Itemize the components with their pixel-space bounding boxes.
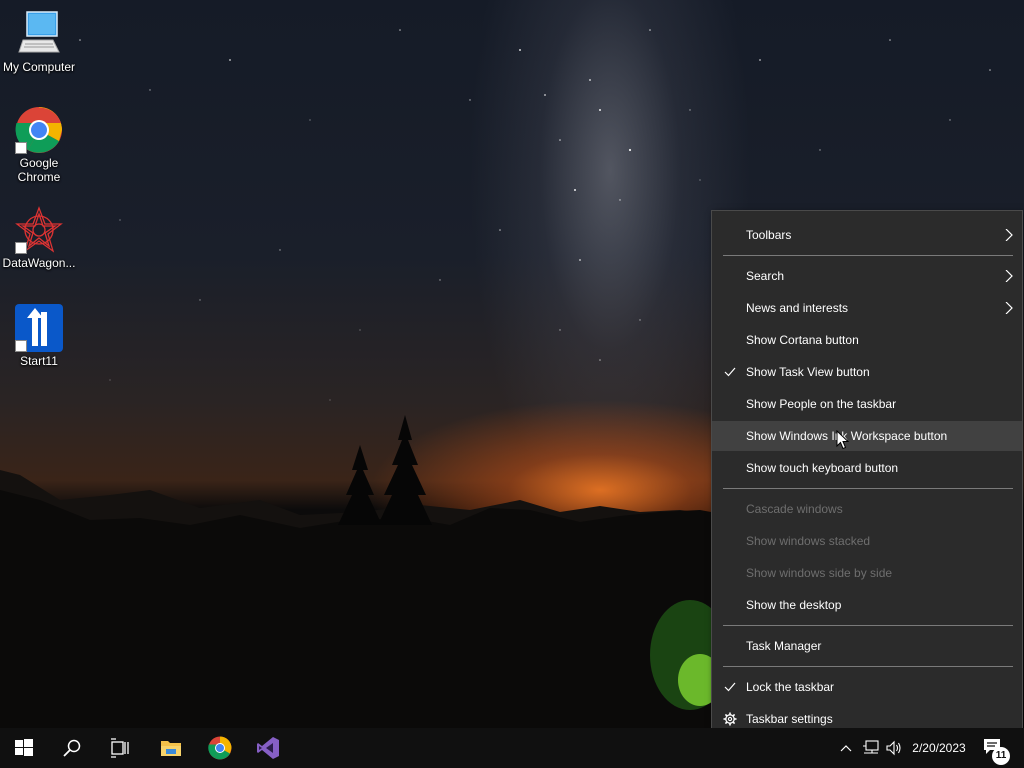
desktop-icon-my-computer[interactable]: My Computer bbox=[0, 10, 78, 74]
file-explorer-button[interactable] bbox=[146, 728, 194, 768]
taskbar-clock[interactable]: 2/20/2023 bbox=[904, 728, 974, 768]
checkmark-icon bbox=[724, 682, 736, 692]
menu-item-lock-the-taskbar[interactable]: Lock the taskbar bbox=[712, 672, 1022, 702]
chevron-right-icon bbox=[1005, 270, 1013, 282]
volume-tray-button[interactable] bbox=[884, 728, 904, 768]
menu-item-show-people-on-taskbar[interactable]: Show People on the taskbar bbox=[712, 389, 1022, 419]
volume-icon bbox=[886, 740, 901, 756]
shortcut-arrow-icon bbox=[15, 242, 27, 254]
desktop-icon-start11[interactable]: Start11 bbox=[0, 304, 78, 368]
menu-separator bbox=[723, 625, 1013, 626]
datawagon-star-icon bbox=[15, 206, 63, 254]
menu-item-task-manager[interactable]: Task Manager bbox=[712, 631, 1022, 661]
taskbar-context-menu: Toolbars Search News and interests Show … bbox=[711, 210, 1023, 744]
menu-separator bbox=[723, 255, 1013, 256]
computer-icon bbox=[15, 10, 63, 58]
visual-studio-icon bbox=[257, 737, 279, 759]
chrome-taskbar-button[interactable] bbox=[196, 728, 244, 768]
file-explorer-icon bbox=[161, 741, 181, 756]
task-view-icon bbox=[111, 738, 129, 758]
task-view-button[interactable] bbox=[96, 728, 144, 768]
desktop-icon-label: DataWagon... bbox=[2, 256, 76, 270]
desktop-icon-google-chrome[interactable]: Google Chrome bbox=[0, 106, 78, 184]
menu-item-show-touch-keyboard-button[interactable]: Show touch keyboard button bbox=[712, 453, 1022, 483]
start11-icon bbox=[15, 304, 63, 352]
menu-separator bbox=[723, 666, 1013, 667]
menu-item-show-windows-stacked: Show windows stacked bbox=[746, 534, 871, 548]
checkmark-icon bbox=[724, 367, 736, 377]
desktop-icon-datawagon[interactable]: DataWagon... bbox=[0, 206, 78, 270]
menu-item-news-and-interests[interactable]: News and interests bbox=[712, 293, 1022, 323]
start-button[interactable] bbox=[0, 728, 48, 768]
clock-date: 2/20/2023 bbox=[912, 741, 966, 755]
menu-separator bbox=[723, 488, 1013, 489]
action-center-button[interactable]: 11 bbox=[980, 728, 1016, 768]
chevron-right-icon bbox=[1005, 229, 1013, 241]
network-icon bbox=[863, 740, 879, 754]
menu-item-cascade-windows: Cascade windows bbox=[746, 502, 843, 516]
gear-icon bbox=[723, 712, 737, 726]
chrome-icon bbox=[15, 106, 63, 154]
network-tray-button[interactable] bbox=[860, 728, 882, 768]
taskbar: 2/20/2023 11 bbox=[0, 728, 1024, 768]
menu-item-toolbars[interactable]: Toolbars bbox=[712, 220, 1022, 250]
menu-item-show-windows-ink-workspace-button[interactable]: Show Windows Ink Workspace button bbox=[712, 421, 1022, 451]
show-hidden-icons-button[interactable] bbox=[838, 728, 854, 768]
menu-item-show-the-desktop[interactable]: Show the desktop bbox=[712, 590, 1022, 620]
notification-count-badge: 11 bbox=[992, 747, 1010, 765]
visual-studio-taskbar-button[interactable] bbox=[244, 728, 292, 768]
chevron-right-icon bbox=[1005, 302, 1013, 314]
desktop-icon-label: Google Chrome bbox=[17, 156, 61, 184]
chrome-icon bbox=[208, 736, 232, 760]
shortcut-arrow-icon bbox=[15, 142, 27, 154]
desktop-icon-label: Start11 bbox=[20, 354, 58, 368]
chevron-up-icon bbox=[840, 745, 852, 752]
mouse-cursor-icon bbox=[836, 430, 850, 450]
menu-item-show-task-view-button[interactable]: Show Task View button bbox=[712, 357, 1022, 387]
menu-item-show-windows-side-by-side: Show windows side by side bbox=[746, 566, 893, 580]
taskbar-search-button[interactable] bbox=[48, 728, 96, 768]
menu-item-search[interactable]: Search bbox=[712, 261, 1022, 291]
search-icon bbox=[63, 739, 81, 757]
shortcut-arrow-icon bbox=[15, 340, 27, 352]
menu-item-show-cortana-button[interactable]: Show Cortana button bbox=[712, 325, 1022, 355]
windows-start-icon bbox=[15, 739, 33, 756]
desktop-icon-label: My Computer bbox=[2, 60, 76, 74]
